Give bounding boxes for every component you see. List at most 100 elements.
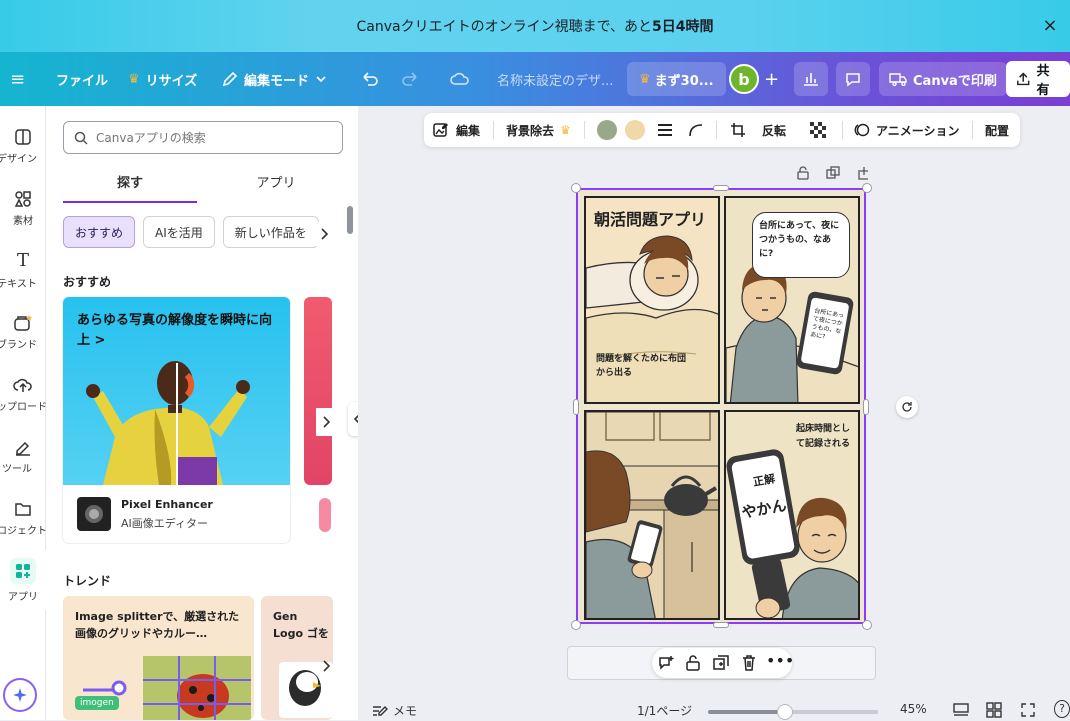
animation-button[interactable]: アニメーション: [854, 113, 960, 147]
trend-card-title: Gen Logo ゴを作成: [273, 610, 329, 640]
pixel-enhancer-app-icon: [77, 497, 111, 531]
add-collaborator-button[interactable]: +: [764, 52, 779, 106]
rotate-handle[interactable]: [896, 396, 918, 418]
carousel-next-button[interactable]: [316, 408, 336, 436]
print-button[interactable]: Canvaで印刷: [879, 52, 1007, 106]
duplicate-icon[interactable]: [712, 654, 730, 672]
share-button[interactable]: 共有: [1006, 52, 1070, 106]
menu-icon[interactable]: ≡: [10, 52, 25, 106]
design-page[interactable]: 朝活問題アプリ 問題を解くために布団から出る 台所にあって、夜につかうもの、なあ…: [576, 188, 866, 624]
fullscreen-icon[interactable]: [1020, 702, 1036, 718]
redo-button[interactable]: [400, 52, 420, 106]
crown-icon: ♛: [560, 123, 571, 137]
crop-icon: [731, 123, 745, 137]
zoom-level[interactable]: 45%: [900, 702, 927, 716]
grid-view-icon[interactable]: [986, 702, 1004, 718]
trash-icon[interactable]: [740, 654, 758, 672]
toolbar-divider: [493, 121, 494, 139]
help-icon[interactable]: ?: [1054, 700, 1070, 718]
chip-ai[interactable]: AIを活用: [143, 216, 215, 248]
trend-next-button[interactable]: [318, 654, 334, 678]
shapes-icon: [14, 190, 31, 207]
avatar[interactable]: b: [729, 52, 759, 106]
side-rail: デザイン 素材 T テキスト ブランド アップロード ツール プロジェクト アプ…: [0, 106, 47, 720]
comic-panel-1[interactable]: 朝活問題アプリ 問題を解くために布団から出る: [584, 196, 720, 404]
resize-handle-top[interactable]: [713, 185, 729, 191]
trend-card-image-splitter[interactable]: Image splitterで、厳選された画像のグリッドやカルー… imogen: [63, 596, 254, 720]
brand-icon: [14, 314, 32, 331]
panel1-caption: 問題を解くために布団から出る: [596, 354, 687, 378]
zoom-slider-knob[interactable]: [777, 704, 793, 720]
rail-item-projects[interactable]: プロジェクト: [0, 488, 47, 548]
section-recommended-title: おすすめ: [63, 275, 112, 289]
comment-icon: [846, 73, 860, 87]
feature-card[interactable]: あらゆる写真の解像度を瞬時に向上 > Pixel Enhancer AI画像エデ…: [63, 297, 290, 543]
rail-item-apps[interactable]: アプリ: [0, 550, 46, 610]
lock-icon[interactable]: [684, 654, 702, 672]
toolbar-divider: [972, 121, 973, 139]
apps-panel: Canvaアプリの検索 探す アプリ おすすめ AIを活用 新しい作品を おすす…: [46, 106, 358, 720]
comic-panel-4[interactable]: 起床時間として記録される 正解 やかん: [724, 410, 860, 620]
document-title[interactable]: 名称未設定のデザ...: [497, 52, 613, 106]
resize-handle-left[interactable]: [573, 399, 579, 415]
resize-handle-br[interactable]: [862, 620, 872, 630]
magic-assistant-button[interactable]: [3, 678, 37, 712]
edit-mode-dropdown[interactable]: 編集モード: [222, 52, 327, 106]
resize-button[interactable]: ♛ リサイズ: [128, 52, 197, 106]
rail-item-uploads[interactable]: アップロード: [0, 364, 47, 424]
tab-discover[interactable]: 探す: [63, 171, 197, 203]
resize-handle-bl[interactable]: [571, 620, 581, 630]
comic-panel-2[interactable]: 台所にあって、夜につかうもの、なあに? 台所にあって夜につかうもの、なあに?: [724, 196, 860, 404]
lock-icon[interactable]: [796, 166, 810, 180]
resize-handle-right[interactable]: [863, 399, 869, 415]
zoom-slider[interactable]: [708, 704, 878, 720]
add-page-icon[interactable]: [857, 166, 871, 180]
chevron-down-icon: [316, 76, 326, 83]
resize-handle-bottom[interactable]: [713, 622, 729, 628]
rail-item-brand[interactable]: ブランド: [0, 302, 46, 362]
resize-handle-tr[interactable]: [862, 183, 872, 193]
tab-apps[interactable]: アプリ: [209, 171, 343, 203]
border-style-button[interactable]: [657, 113, 673, 147]
crop-button[interactable]: [730, 113, 746, 147]
zoom-slider-fill: [708, 710, 785, 714]
kitchen-illustration: [586, 412, 718, 618]
section-trend-title: トレンド: [63, 574, 112, 588]
edit-image-button[interactable]: 編集: [432, 113, 480, 147]
comic-panel-3[interactable]: [584, 410, 720, 620]
notes-icon: [373, 705, 388, 716]
close-icon[interactable]: ×: [1040, 16, 1060, 36]
duplicate-page-icon[interactable]: [826, 166, 840, 180]
trend-card-title: Image splitterで、厳選された画像のグリッドやカルー…: [75, 610, 240, 640]
app-search-input[interactable]: Canvaアプリの検索: [63, 121, 343, 154]
trial-button[interactable]: ♛ まず30...: [627, 52, 726, 106]
chip-recommended[interactable]: おすすめ: [63, 216, 136, 248]
notes-button[interactable]: メモ: [372, 702, 417, 719]
panel-scrollbar[interactable]: [347, 206, 353, 234]
corner-rounding-button[interactable]: [688, 113, 704, 147]
flip-button[interactable]: 反転: [762, 113, 786, 147]
feature-card-next-peek[interactable]: [304, 297, 332, 485]
comment-add-icon[interactable]: [657, 654, 675, 672]
more-options-icon[interactable]: •••: [766, 653, 794, 672]
chips-next-button[interactable]: [312, 222, 336, 246]
undo-button[interactable]: [360, 52, 380, 106]
comment-button[interactable]: [836, 52, 870, 106]
insights-button[interactable]: [794, 52, 828, 106]
file-menu-button[interactable]: ファイル: [56, 52, 108, 106]
cloud-save-icon[interactable]: [450, 52, 470, 106]
rail-item-design[interactable]: デザイン: [0, 116, 46, 176]
transparency-button[interactable]: [810, 113, 826, 147]
swatch-cream: [625, 120, 645, 140]
rail-item-text[interactable]: T テキスト: [0, 240, 46, 300]
color-swatch-1[interactable]: [597, 113, 617, 147]
arrange-button[interactable]: 配置: [985, 113, 1009, 147]
pages-view-icon[interactable]: [952, 702, 970, 718]
color-swatch-2[interactable]: [625, 113, 645, 147]
resize-handle-tl[interactable]: [571, 183, 581, 193]
page-indicator[interactable]: 1/1ページ: [637, 702, 692, 719]
rail-item-tools[interactable]: ツール: [0, 426, 46, 486]
chip-new[interactable]: 新しい作品を: [222, 216, 319, 248]
bg-remove-button[interactable]: 背景除去 ♛: [506, 113, 571, 147]
rail-item-elements[interactable]: 素材: [0, 178, 46, 238]
